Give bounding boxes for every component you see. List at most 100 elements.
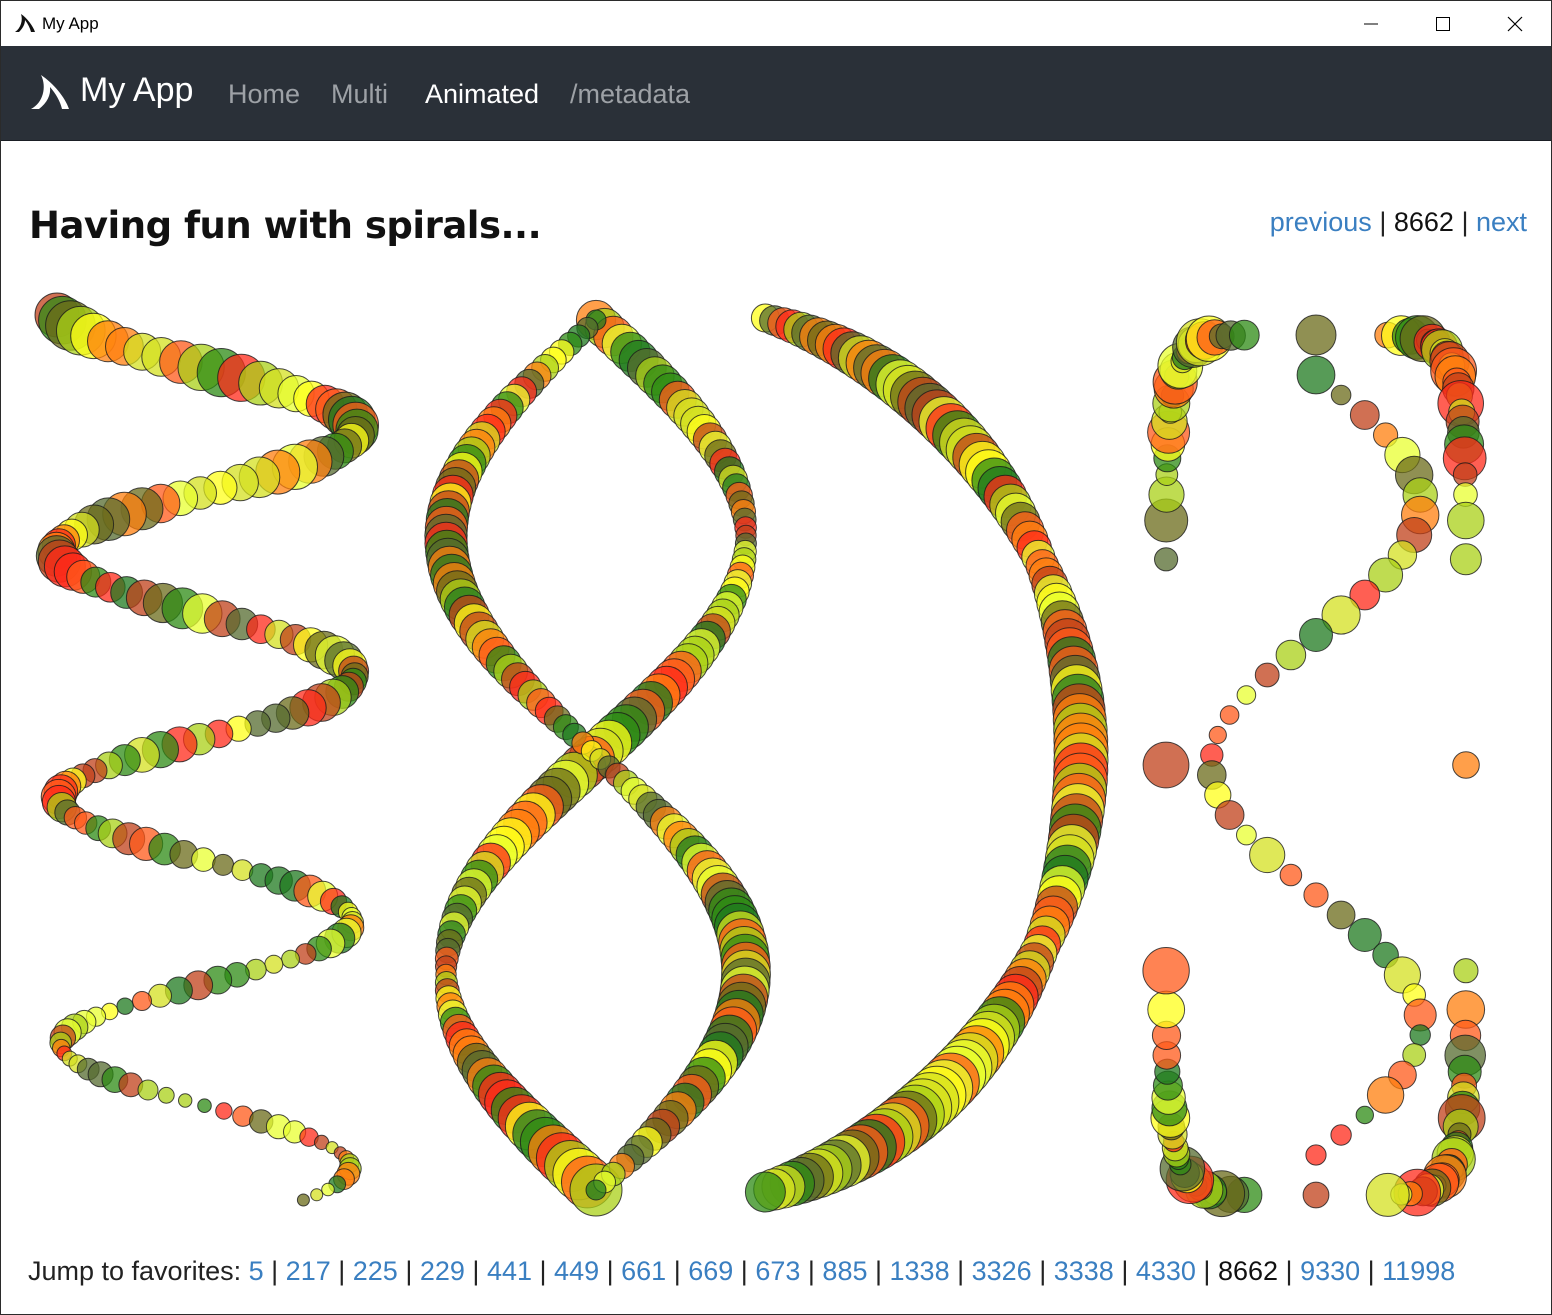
favorite-link[interactable]: 669 bbox=[688, 1256, 733, 1286]
favorites-list: 5 | 217 | 225 | 229 | 441 | 449 | 661 | … bbox=[249, 1256, 1456, 1286]
favorites-separator: | bbox=[733, 1256, 756, 1286]
spiral-marker bbox=[157, 1086, 175, 1104]
minimize-icon bbox=[1364, 23, 1378, 24]
spiral-marker bbox=[1305, 1144, 1327, 1166]
spiral-marker bbox=[1447, 501, 1485, 540]
spiral-marker bbox=[1249, 836, 1286, 874]
spiral-marker bbox=[1228, 319, 1260, 351]
favorite-link[interactable]: 9330 bbox=[1300, 1256, 1360, 1286]
favorite-link[interactable]: 673 bbox=[755, 1256, 800, 1286]
spiral-marker bbox=[1236, 685, 1257, 705]
favorites-separator: | bbox=[464, 1256, 487, 1286]
spiral-marker bbox=[1296, 355, 1336, 395]
spiral-marker bbox=[1449, 543, 1482, 576]
spiral-marker bbox=[1355, 1105, 1375, 1125]
spiral-marker bbox=[585, 1179, 607, 1201]
spiral-marker bbox=[1279, 863, 1303, 887]
spiral-marker bbox=[1295, 314, 1337, 356]
spiral-marker bbox=[1154, 547, 1179, 572]
spiral-marker bbox=[296, 1193, 310, 1207]
favorites-separator: | bbox=[949, 1256, 972, 1286]
spiral-marker bbox=[744, 1171, 786, 1213]
spiral-marker bbox=[148, 983, 172, 1008]
favorite-link[interactable]: 225 bbox=[353, 1256, 398, 1286]
spiral-marker bbox=[132, 991, 152, 1011]
favorites-separator: | bbox=[599, 1256, 622, 1286]
spiral-marker bbox=[1236, 824, 1257, 846]
brand-link[interactable]: My App bbox=[80, 71, 193, 110]
spiral-marker bbox=[1365, 1172, 1410, 1217]
favorite-link[interactable]: 885 bbox=[822, 1256, 867, 1286]
spiral-marker bbox=[1409, 1024, 1431, 1046]
spiral-marker bbox=[1275, 639, 1307, 671]
minimize-button[interactable] bbox=[1335, 1, 1407, 46]
spiral-marker bbox=[1453, 958, 1479, 984]
window-title: My App bbox=[42, 14, 99, 33]
favorites-separator: | bbox=[800, 1256, 823, 1286]
spiral-marker bbox=[264, 954, 284, 974]
favorites-separator: | bbox=[397, 1256, 420, 1286]
nav-animated[interactable]: Animated bbox=[425, 79, 539, 110]
favorites-label: Jump to favorites: bbox=[28, 1256, 242, 1286]
favorites-separator: | bbox=[330, 1256, 353, 1286]
favorite-link[interactable]: 661 bbox=[621, 1256, 666, 1286]
favorite-link[interactable]: 1338 bbox=[890, 1256, 950, 1286]
spiral-marker bbox=[191, 847, 216, 872]
favorites-bar: Jump to favorites: 5 | 217 | 225 | 229 |… bbox=[28, 1256, 1455, 1287]
app-window: My App My App Home Multi Animated /metad… bbox=[0, 0, 1552, 1315]
close-button[interactable] bbox=[1479, 1, 1551, 46]
pager-separator: | bbox=[1379, 207, 1394, 237]
favorite-link[interactable]: 11998 bbox=[1382, 1256, 1455, 1286]
spiral-marker bbox=[215, 1102, 233, 1120]
favorites-separator: | bbox=[1360, 1256, 1383, 1286]
favorites-separator: | bbox=[666, 1256, 689, 1286]
favorites-separator: | bbox=[1278, 1256, 1301, 1286]
favorite-link[interactable]: 449 bbox=[554, 1256, 599, 1286]
spiral-marker bbox=[116, 997, 134, 1015]
spiral-marker bbox=[310, 1188, 324, 1202]
previous-link[interactable]: previous bbox=[1270, 207, 1372, 237]
spiral-marker bbox=[197, 1098, 212, 1114]
favorite-link[interactable]: 3326 bbox=[972, 1256, 1032, 1286]
pager-current: 8662 bbox=[1393, 207, 1454, 237]
favorites-separator: | bbox=[1195, 1256, 1218, 1286]
navbar: My App Home Multi Animated /metadata bbox=[1, 46, 1551, 141]
next-link[interactable]: next bbox=[1476, 207, 1527, 237]
shark-fin-logo-icon[interactable] bbox=[29, 73, 71, 111]
spiral-plots-canvas bbox=[34, 292, 1487, 1218]
spiral-marker bbox=[1142, 741, 1190, 789]
spiral-marker bbox=[281, 949, 300, 969]
spiral-marker bbox=[1254, 662, 1280, 688]
spiral-marker bbox=[1303, 882, 1329, 908]
shark-fin-icon bbox=[15, 14, 35, 32]
favorite-link: 8662 bbox=[1217, 1256, 1279, 1286]
favorite-link[interactable]: 229 bbox=[420, 1256, 465, 1286]
title-bar: My App bbox=[1, 1, 1551, 47]
favorite-link[interactable]: 5 bbox=[249, 1256, 264, 1286]
favorite-link[interactable]: 217 bbox=[286, 1256, 331, 1286]
favorites-separator: | bbox=[263, 1256, 286, 1286]
spiral-marker bbox=[1208, 725, 1227, 745]
spiral-marker bbox=[1366, 1076, 1405, 1114]
spiral-marker bbox=[178, 1093, 193, 1108]
favorites-separator: | bbox=[1113, 1256, 1136, 1286]
spiral-marker bbox=[1452, 751, 1480, 779]
spiral-marker bbox=[1214, 800, 1245, 830]
spiral-marker bbox=[212, 853, 235, 876]
nav-home[interactable]: Home bbox=[228, 79, 300, 110]
spiral-marker bbox=[321, 1182, 335, 1197]
favorite-link[interactable]: 4330 bbox=[1136, 1256, 1196, 1286]
spiral-marker bbox=[1142, 947, 1190, 995]
maximize-button[interactable] bbox=[1407, 1, 1479, 46]
favorites-separator: | bbox=[1031, 1256, 1054, 1286]
nav-multi[interactable]: Multi bbox=[331, 79, 388, 110]
spiral-marker bbox=[1349, 400, 1380, 430]
spiral-plots-area bbox=[21, 285, 1531, 1230]
spiral-marker bbox=[1299, 618, 1333, 652]
spiral-marker bbox=[1330, 384, 1352, 406]
nav-metadata[interactable]: /metadata bbox=[570, 79, 690, 110]
favorite-link[interactable]: 441 bbox=[487, 1256, 532, 1286]
favorites-separator: | bbox=[867, 1256, 890, 1286]
favorite-link[interactable]: 3338 bbox=[1054, 1256, 1114, 1286]
spiral-marker bbox=[137, 1079, 159, 1101]
